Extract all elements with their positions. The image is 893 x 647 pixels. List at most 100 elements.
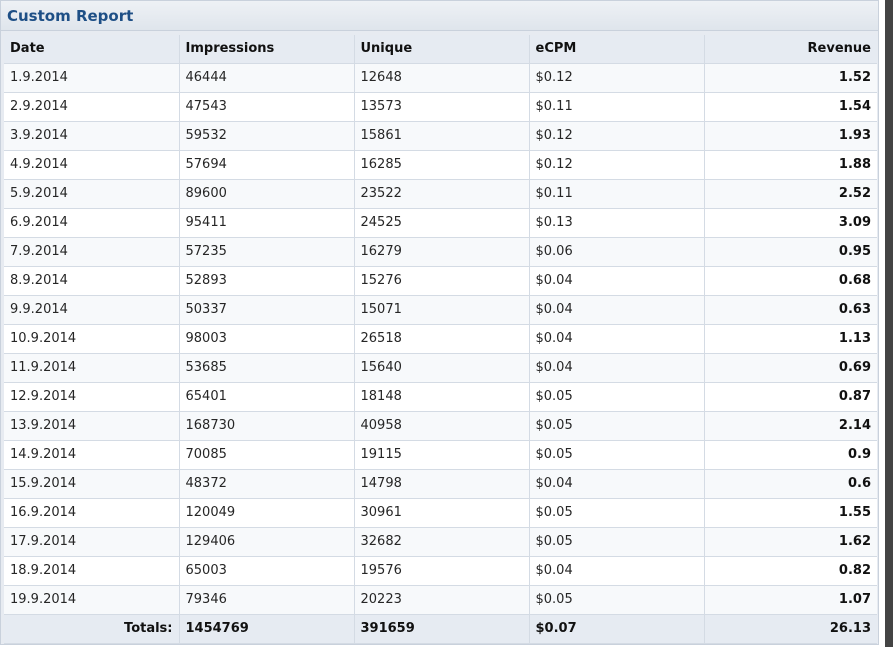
table-row: 2.9.2014 47543 13573 $0.11 1.54 [4,92,877,122]
cell-revenue: 1.55 [704,498,877,528]
cell-ecpm: $0.06 [529,237,705,267]
cell-unique: 14798 [354,469,530,499]
report-title: Custom Report [7,6,134,25]
cell-revenue: 1.88 [704,150,877,180]
cell-ecpm: $0.11 [529,92,705,122]
cell-impressions: 46444 [179,63,355,93]
cell-ecpm: $0.04 [529,469,705,499]
cell-date: 8.9.2014 [4,266,180,296]
cell-impressions: 59532 [179,121,355,151]
cell-date: 11.9.2014 [4,353,180,383]
cell-revenue: 1.93 [704,121,877,151]
cell-ecpm: $0.04 [529,556,705,586]
cell-impressions: 50337 [179,295,355,325]
table-row: 1.9.2014 46444 12648 $0.12 1.52 [4,63,877,93]
cell-impressions: 95411 [179,208,355,238]
cell-date: 12.9.2014 [4,382,180,412]
table-row: 9.9.2014 50337 15071 $0.04 0.63 [4,295,877,325]
cell-date: 7.9.2014 [4,237,180,267]
cell-impressions: 168730 [179,411,355,441]
cell-unique: 30961 [354,498,530,528]
cell-ecpm: $0.05 [529,527,705,557]
cell-revenue: 0.63 [704,295,877,325]
table-row: 10.9.2014 98003 26518 $0.04 1.13 [4,324,877,354]
cell-ecpm: $0.05 [529,411,705,441]
cell-date: 17.9.2014 [4,527,180,557]
cell-date: 15.9.2014 [4,469,180,499]
table-row: 12.9.2014 65401 18148 $0.05 0.87 [4,382,877,412]
cell-ecpm: $0.04 [529,353,705,383]
cell-impressions: 129406 [179,527,355,557]
cell-unique: 19115 [354,440,530,470]
cell-ecpm: $0.05 [529,440,705,470]
cell-date: 1.9.2014 [4,63,180,93]
cell-impressions: 57235 [179,237,355,267]
cell-ecpm: $0.12 [529,63,705,93]
table-row: 7.9.2014 57235 16279 $0.06 0.95 [4,237,877,267]
cell-date: 9.9.2014 [4,295,180,325]
cell-revenue: 1.54 [704,92,877,122]
cell-revenue: 0.9 [704,440,877,470]
column-header-date[interactable]: Date [4,35,180,64]
cell-ecpm: $0.12 [529,150,705,180]
cell-impressions: 48372 [179,469,355,499]
cell-revenue: 2.14 [704,411,877,441]
cell-impressions: 47543 [179,92,355,122]
cell-unique: 16285 [354,150,530,180]
totals-impressions: 1454769 [179,614,355,644]
cell-ecpm: $0.13 [529,208,705,238]
cell-date: 6.9.2014 [4,208,180,238]
totals-row: Totals: 1454769 391659 $0.07 26.13 [4,614,877,644]
cell-revenue: 1.07 [704,585,877,615]
cell-date: 16.9.2014 [4,498,180,528]
column-header-unique[interactable]: Unique [354,35,530,64]
cell-revenue: 3.09 [704,208,877,238]
cell-impressions: 53685 [179,353,355,383]
cell-unique: 32682 [354,527,530,557]
column-header-revenue[interactable]: Revenue [704,35,877,64]
column-header-ecpm[interactable]: eCPM [529,35,705,64]
totals-label: Totals: [4,614,180,644]
table-row: 14.9.2014 70085 19115 $0.05 0.9 [4,440,877,470]
cell-ecpm: $0.05 [529,498,705,528]
custom-report-panel: Custom Report Date Impressions Unique eC… [0,0,879,645]
table-row: 17.9.2014 129406 32682 $0.05 1.62 [4,527,877,557]
cell-unique: 23522 [354,179,530,209]
table-row: 8.9.2014 52893 15276 $0.04 0.68 [4,266,877,296]
cell-unique: 18148 [354,382,530,412]
cell-impressions: 79346 [179,585,355,615]
cell-date: 5.9.2014 [4,179,180,209]
cell-revenue: 0.82 [704,556,877,586]
cell-ecpm: $0.12 [529,121,705,151]
cell-revenue: 1.52 [704,63,877,93]
cell-date: 13.9.2014 [4,411,180,441]
column-header-impressions[interactable]: Impressions [179,35,355,64]
cell-ecpm: $0.11 [529,179,705,209]
cell-unique: 15071 [354,295,530,325]
cell-unique: 15276 [354,266,530,296]
cell-unique: 40958 [354,411,530,441]
cell-impressions: 70085 [179,440,355,470]
cell-impressions: 98003 [179,324,355,354]
table-row: 3.9.2014 59532 15861 $0.12 1.93 [4,121,877,151]
cell-impressions: 57694 [179,150,355,180]
cell-revenue: 0.87 [704,382,877,412]
table-row: 5.9.2014 89600 23522 $0.11 2.52 [4,179,877,209]
table-row: 16.9.2014 120049 30961 $0.05 1.55 [4,498,877,528]
table-row: 4.9.2014 57694 16285 $0.12 1.88 [4,150,877,180]
cell-impressions: 89600 [179,179,355,209]
cell-unique: 26518 [354,324,530,354]
cell-ecpm: $0.04 [529,295,705,325]
table-row: 15.9.2014 48372 14798 $0.04 0.6 [4,469,877,499]
totals-revenue: 26.13 [704,614,877,644]
report-table: Date Impressions Unique eCPM Revenue 1.9… [4,35,877,644]
table-body: 1.9.2014 46444 12648 $0.12 1.52 2.9.2014 47543… [4,63,877,615]
cell-impressions: 120049 [179,498,355,528]
cell-date: 2.9.2014 [4,92,180,122]
cell-impressions: 52893 [179,266,355,296]
report-header: Custom Report [1,1,878,31]
cell-revenue: 1.13 [704,324,877,354]
cell-date: 3.9.2014 [4,121,180,151]
cell-revenue: 2.52 [704,179,877,209]
cell-unique: 13573 [354,92,530,122]
